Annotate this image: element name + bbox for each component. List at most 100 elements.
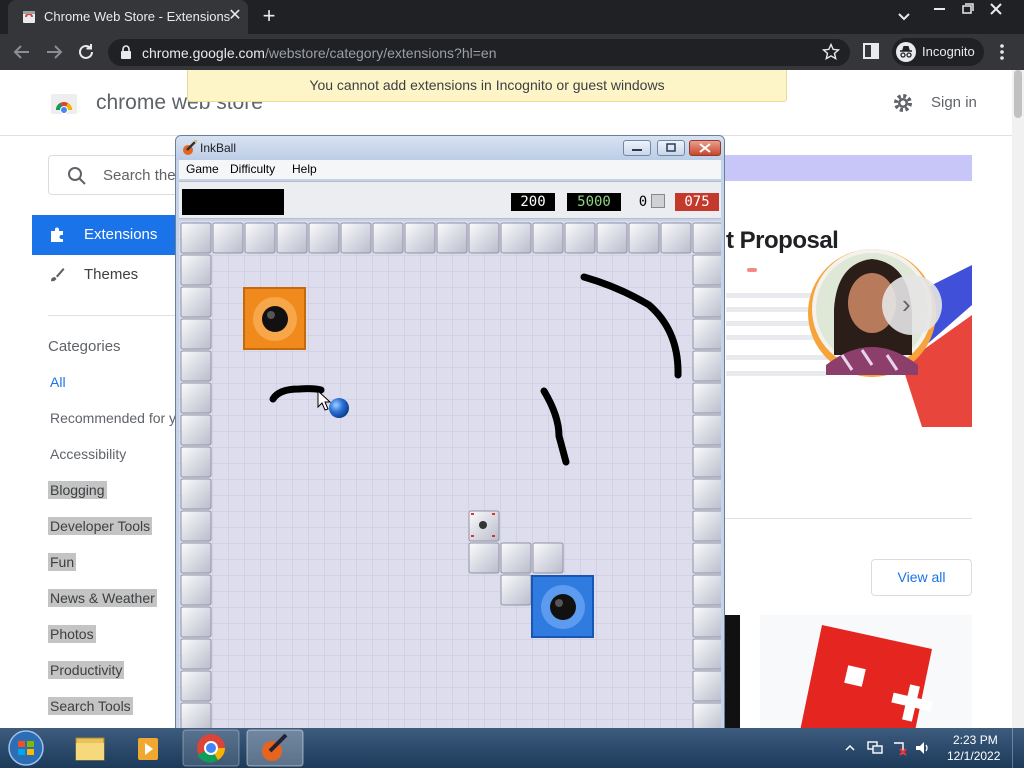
wall-block <box>692 350 724 382</box>
wall-block <box>180 702 212 729</box>
gear-icon[interactable] <box>892 92 914 114</box>
inkball-maximize-button[interactable] <box>657 140 685 156</box>
category-item[interactable]: Productivity <box>48 661 125 679</box>
nav-extensions[interactable]: Extensions <box>32 215 192 255</box>
media-player-icon[interactable] <box>122 730 178 766</box>
blue-hole-icon <box>531 575 594 638</box>
balls-remaining-count: 0 <box>638 194 648 210</box>
sidebar-divider <box>48 315 188 316</box>
chevron-down-icon[interactable] <box>894 7 914 27</box>
extension-card-thumbnail[interactable] <box>760 615 972 728</box>
category-item[interactable]: Search Tools <box>48 697 133 715</box>
back-arrow-icon[interactable] <box>10 40 34 64</box>
network-icon[interactable] <box>866 740 884 756</box>
nav-themes[interactable]: Themes <box>32 255 192 295</box>
wall-block <box>692 542 724 574</box>
forward-arrow-icon[interactable] <box>42 40 66 64</box>
incognito-profile-button[interactable]: Incognito <box>892 38 984 66</box>
window-minimize-icon[interactable] <box>926 0 954 18</box>
wall-block <box>180 670 212 702</box>
wall-block <box>180 446 212 478</box>
url-host: chrome.google.com <box>142 45 265 61</box>
brush-icon <box>51 268 65 282</box>
maximize-icon <box>666 143 676 152</box>
search-icon <box>68 167 86 185</box>
wall-block <box>532 222 564 254</box>
inkball-titlebar[interactable]: InkBall <box>176 136 724 160</box>
page-scrollbar[interactable] <box>1012 70 1024 728</box>
browser-tab[interactable]: Chrome Web Store - Extensions ✕ <box>8 0 248 34</box>
wall-block <box>692 510 724 542</box>
inkball-minimize-button[interactable] <box>623 140 651 156</box>
window-restore-icon[interactable] <box>954 0 982 18</box>
clock-time[interactable]: 2:23 PM <box>953 733 998 747</box>
wall-block <box>180 574 212 606</box>
carousel-next-button[interactable]: › <box>882 275 942 335</box>
category-item[interactable]: All <box>48 373 68 391</box>
sign-in-link[interactable]: Sign in <box>931 94 977 111</box>
menu-difficulty[interactable]: Difficulty <box>230 162 275 176</box>
menu-game[interactable]: Game <box>186 162 219 176</box>
url-text: chrome.google.com/webstore/category/exte… <box>142 45 497 61</box>
category-item[interactable]: Developer Tools <box>48 517 153 535</box>
wall-block <box>692 318 724 350</box>
wall-block <box>564 222 596 254</box>
address-bar[interactable]: chrome.google.com/webstore/category/exte… <box>108 39 850 66</box>
playfield-canvas[interactable] <box>179 221 724 730</box>
wall-block <box>692 702 724 729</box>
category-item[interactable]: Recommended for y <box>48 409 178 427</box>
more-vert-icon[interactable] <box>994 42 1010 62</box>
inkball-taskbar-icon[interactable] <box>246 729 304 767</box>
close-icon <box>699 143 711 153</box>
score-display: 200 <box>511 193 555 211</box>
category-item[interactable]: Accessibility <box>48 445 128 463</box>
wall-block <box>180 478 212 510</box>
wall-block <box>628 222 660 254</box>
wall-block <box>692 222 724 254</box>
show-desktop-button[interactable] <box>1012 728 1024 768</box>
scrollbar-thumb[interactable] <box>1014 70 1022 118</box>
volume-icon[interactable] <box>914 740 932 756</box>
wall-block <box>180 382 212 414</box>
lock-icon[interactable] <box>120 45 132 59</box>
wall-block <box>180 222 212 254</box>
wall-block <box>468 222 500 254</box>
category-item[interactable]: Fun <box>48 553 77 571</box>
start-button[interactable] <box>4 729 48 767</box>
wall-block <box>180 638 212 670</box>
inkball-playfield[interactable] <box>179 221 724 730</box>
new-tab-icon[interactable]: + <box>256 5 282 29</box>
wall-block <box>500 574 532 606</box>
category-item[interactable]: News & Weather <box>48 589 157 607</box>
chrome-taskbar-icon[interactable] <box>182 729 240 767</box>
file-explorer-icon[interactable] <box>62 730 118 766</box>
bookmark-star-icon[interactable] <box>822 43 840 61</box>
tray-expand-icon[interactable] <box>844 742 856 754</box>
clock-date[interactable]: 12/1/2022 <box>947 749 1000 763</box>
wall-block <box>500 222 532 254</box>
wall-block <box>180 510 212 542</box>
category-item[interactable]: Blogging <box>48 481 107 499</box>
wall-block <box>180 286 212 318</box>
wall-block <box>692 286 724 318</box>
wall-block <box>692 414 724 446</box>
wall-block <box>692 254 724 286</box>
inkball-menubar: Game Difficulty Help <box>179 160 721 179</box>
side-panel-icon[interactable] <box>862 42 880 60</box>
inkball-close-button[interactable] <box>689 140 721 156</box>
window-close-icon[interactable] <box>982 0 1010 18</box>
view-all-button[interactable]: View all <box>871 559 972 596</box>
store-search-box[interactable]: Search the <box>48 155 188 195</box>
tab-close-icon[interactable]: ✕ <box>226 7 244 25</box>
nav-themes-label: Themes <box>84 266 139 283</box>
wall-block <box>180 414 212 446</box>
action-center-icon[interactable] <box>891 740 909 756</box>
featured-promo-card[interactable]: t Proposal › <box>722 205 972 427</box>
chrome-toolbar: chrome.google.com/webstore/category/exte… <box>0 34 1024 70</box>
web-store-logo[interactable] <box>50 88 78 116</box>
reload-icon[interactable] <box>74 40 98 64</box>
ball-icon <box>329 398 349 418</box>
wall-block <box>596 222 628 254</box>
category-item[interactable]: Photos <box>48 625 96 643</box>
menu-help[interactable]: Help <box>292 162 317 176</box>
